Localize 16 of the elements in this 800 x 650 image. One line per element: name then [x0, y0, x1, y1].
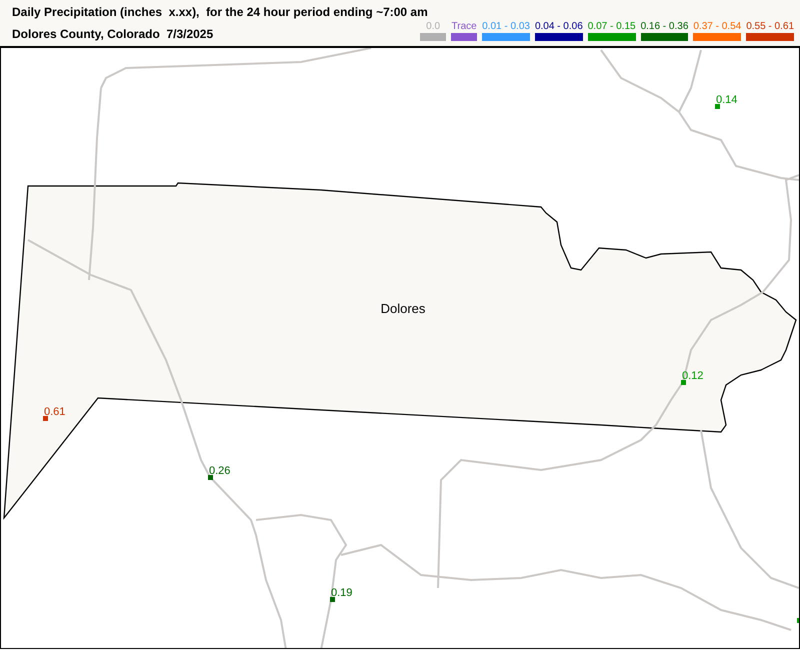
legend-label: 0.04 - 0.06	[534, 21, 583, 32]
station-value: 0.12	[682, 370, 704, 382]
station-value: 0.14	[716, 94, 738, 106]
station-value: 0.19	[331, 587, 352, 599]
legend-label: 0.16 - 0.36	[640, 21, 688, 32]
map-title: Daily Precipitation (inches x.xx), for the 24 hour period ending ~7:00 am	[12, 5, 429, 19]
legend-label: 0.07 - 0.15	[588, 21, 636, 32]
legend-label: 0.01 - 0.03	[482, 21, 530, 32]
station-value: 0.26	[209, 465, 230, 477]
map-subtitle: Dolores County, Colorado 7/3/2025	[12, 27, 214, 41]
legend-label: 0.55 - 0.61	[746, 21, 794, 32]
legend-label: Trace	[452, 21, 477, 32]
county-label: Dolores	[380, 301, 426, 316]
legend-label: 0.0	[426, 21, 440, 32]
station-value: 0.61	[44, 406, 66, 418]
legend-label: 0.37 - 0.54	[693, 21, 742, 32]
